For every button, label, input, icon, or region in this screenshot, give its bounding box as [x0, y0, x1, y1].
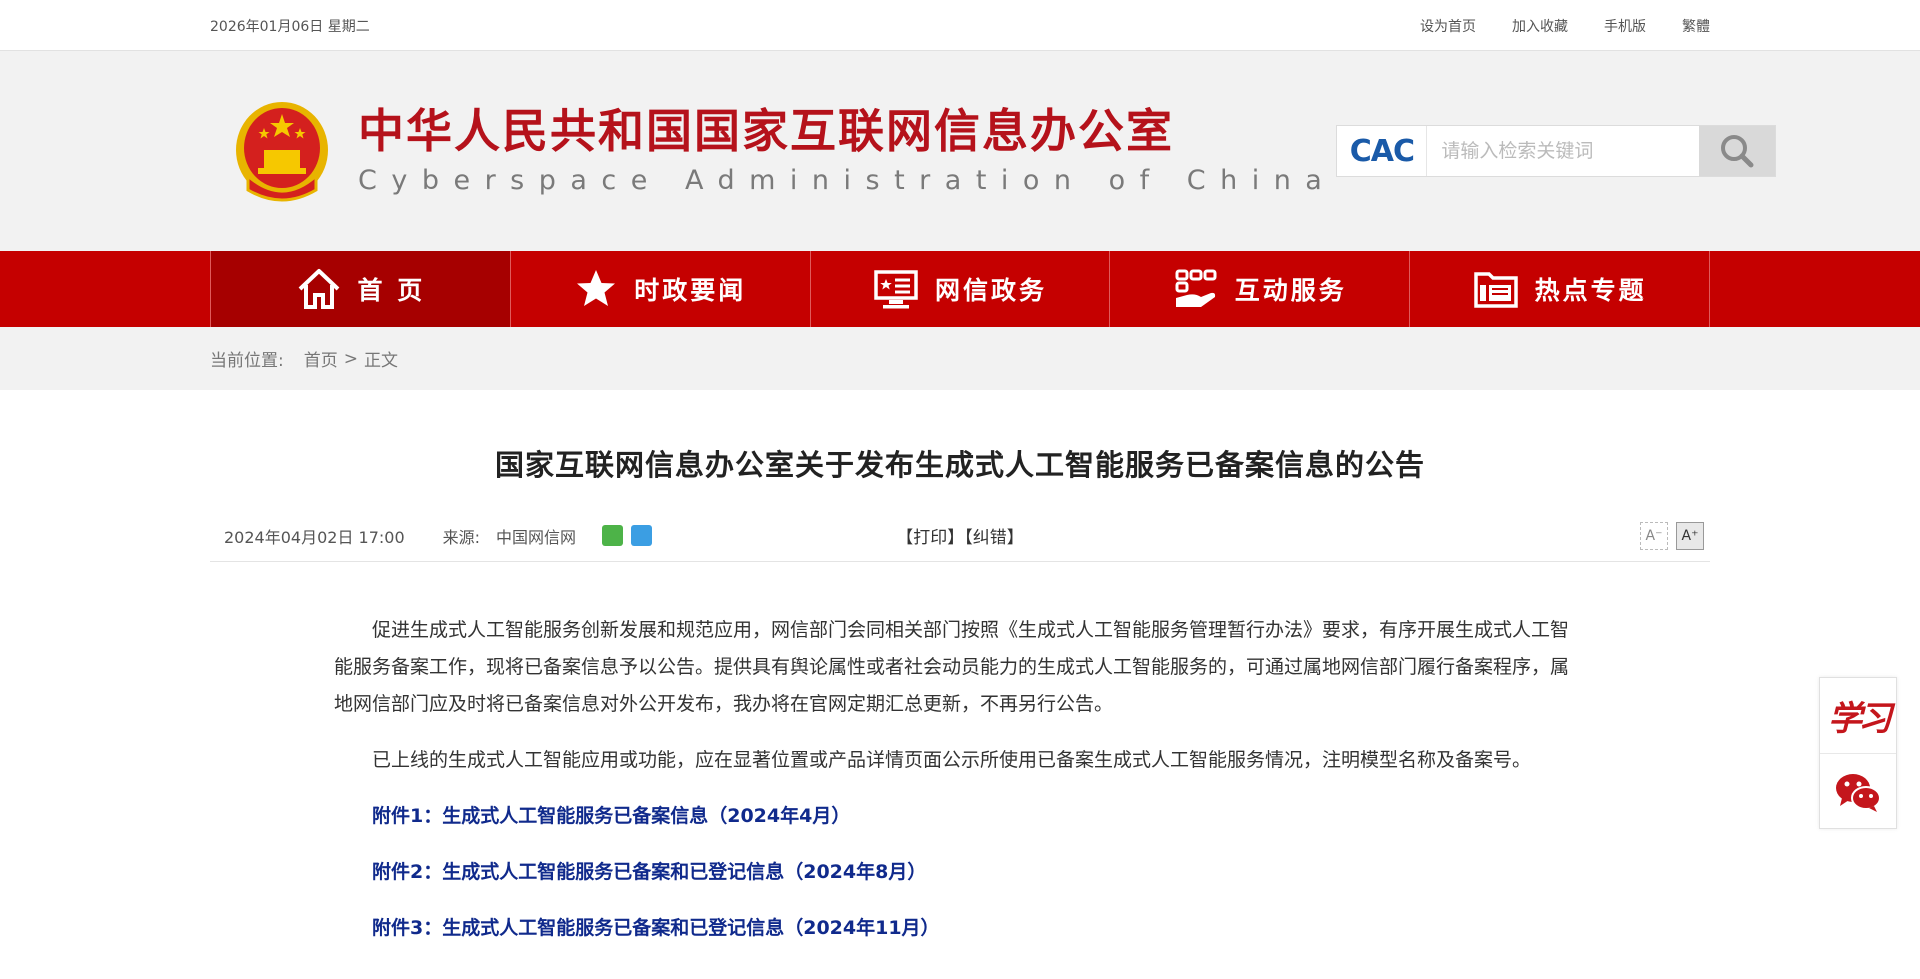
- site-title-cn: 中华人民共和国国家互联网信息办公室: [358, 104, 1174, 159]
- article-container: 国家互联网信息办公室关于发布生成式人工智能服务已备案信息的公告 2024年04月…: [210, 442, 1710, 947]
- mobile-version-link[interactable]: 手机版: [1604, 16, 1646, 36]
- home-icon: [298, 269, 339, 309]
- wechat-link[interactable]: [1820, 754, 1896, 829]
- font-decrease-button[interactable]: A⁻: [1640, 521, 1668, 550]
- xuexi-logo: 学习: [1828, 699, 1892, 739]
- article-meta: 2024年04月02日 17:00 来源: 中国网信网 【打印】【纠错】 A⁻ …: [210, 510, 1710, 562]
- star-icon: [577, 270, 616, 306]
- breadcrumb-current: 正文: [363, 351, 398, 371]
- breadcrumb-home-link[interactable]: 首页: [304, 346, 338, 371]
- breadcrumb-separator: >: [343, 348, 358, 369]
- breadcrumb-label: 当前位置:: [210, 351, 284, 371]
- nav-current-affairs-label: 时政要闻: [634, 276, 747, 305]
- traditional-chinese-link[interactable]: 繁體: [1682, 16, 1710, 36]
- site-title-en: Cyberspace Administration of China: [358, 164, 1337, 196]
- nav-home[interactable]: 首 页: [210, 251, 510, 327]
- monitor-icon: [874, 270, 918, 309]
- search-button[interactable]: [1699, 126, 1776, 176]
- nav-hot-topics-label: 热点专题: [1534, 276, 1647, 305]
- top-links: 设为首页 加入收藏 手机版 繁體: [1420, 16, 1710, 36]
- article-title: 国家互联网信息办公室关于发布生成式人工智能服务已备案信息的公告: [494, 448, 1425, 482]
- site-header: 中华人民共和国国家互联网信息办公室 Cyberspace Administrat…: [0, 51, 1920, 251]
- article-body: 促进生成式人工智能服务创新发展和规范应用，网信部门会同相关部门按照《生成式人工智…: [334, 612, 1584, 947]
- qzone-share-icon[interactable]: [631, 525, 653, 546]
- xuexi-link[interactable]: 学习: [1820, 678, 1896, 754]
- article-paragraph: 促进生成式人工智能服务创新发展和规范应用，网信部门会同相关部门按照《生成式人工智…: [334, 619, 1570, 715]
- attachment-link-3[interactable]: 附件3：生成式人工智能服务已备案和已登记信息（2024年11月）: [334, 910, 1584, 947]
- current-date: 2026年01月06日 星期二: [210, 18, 370, 35]
- report-error-button[interactable]: 【纠错】: [964, 528, 1024, 548]
- site-brand[interactable]: 中华人民共和国国家互联网信息办公室 Cyberspace Administrat…: [234, 98, 1336, 204]
- hand-service-icon: [1175, 269, 1217, 307]
- attachment-link-1[interactable]: 附件1：生成式人工智能服务已备案信息（2024年4月）: [334, 798, 1584, 835]
- top-bar: 2026年01月06日 星期二 设为首页 加入收藏 手机版 繁體: [0, 0, 1920, 51]
- nav-government-affairs-label: 网信政务: [934, 276, 1047, 305]
- side-float-panel: 学习: [1819, 677, 1897, 829]
- add-favorite-link[interactable]: 加入收藏: [1512, 16, 1568, 36]
- cac-logo: CAC: [1337, 126, 1428, 176]
- search-icon: [1721, 135, 1754, 168]
- attachment-link-2[interactable]: 附件2：生成式人工智能服务已备案和已登记信息（2024年8月）: [334, 854, 1584, 891]
- folder-icon: [1473, 272, 1518, 308]
- breadcrumb: 当前位置: 首页 > 正文: [0, 327, 1920, 390]
- nav-home-label: 首 页: [357, 276, 426, 305]
- nav-current-affairs[interactable]: 时政要闻: [509, 251, 810, 327]
- publish-datetime: 2024年04月02日 17:00: [224, 527, 405, 547]
- set-homepage-link[interactable]: 设为首页: [1420, 16, 1476, 36]
- source-name: 中国网信网: [496, 527, 577, 547]
- nav-interactive-services[interactable]: 互动服务: [1109, 251, 1409, 327]
- search-input[interactable]: [1427, 126, 1700, 176]
- wechat-icon: [1836, 773, 1881, 812]
- nav-interactive-services-label: 互动服务: [1234, 276, 1347, 305]
- share-buttons: [602, 525, 653, 546]
- wechat-share-icon[interactable]: [602, 525, 624, 546]
- nav-government-affairs[interactable]: 网信政务: [809, 251, 1110, 327]
- font-increase-button[interactable]: A⁺: [1676, 521, 1704, 550]
- article-paragraph: 已上线的生成式人工智能应用或功能，应在显著位置或产品详情页面公示所使用已备案生成…: [372, 749, 1532, 771]
- nav-hot-topics[interactable]: 热点专题: [1409, 251, 1710, 327]
- national-emblem-icon: [236, 102, 328, 202]
- print-button[interactable]: 【打印】: [896, 528, 964, 548]
- source-label: 来源:: [442, 527, 481, 547]
- article-tools: 【打印】【纠错】: [896, 523, 1024, 548]
- cac-logo-text: CAC: [1349, 133, 1415, 169]
- search-box: CAC: [1336, 125, 1777, 177]
- main-nav: 首 页 时政要闻 网信政务 互动服务 热点专题: [0, 251, 1920, 327]
- font-size-controls: A⁻ A⁺: [1640, 521, 1704, 550]
